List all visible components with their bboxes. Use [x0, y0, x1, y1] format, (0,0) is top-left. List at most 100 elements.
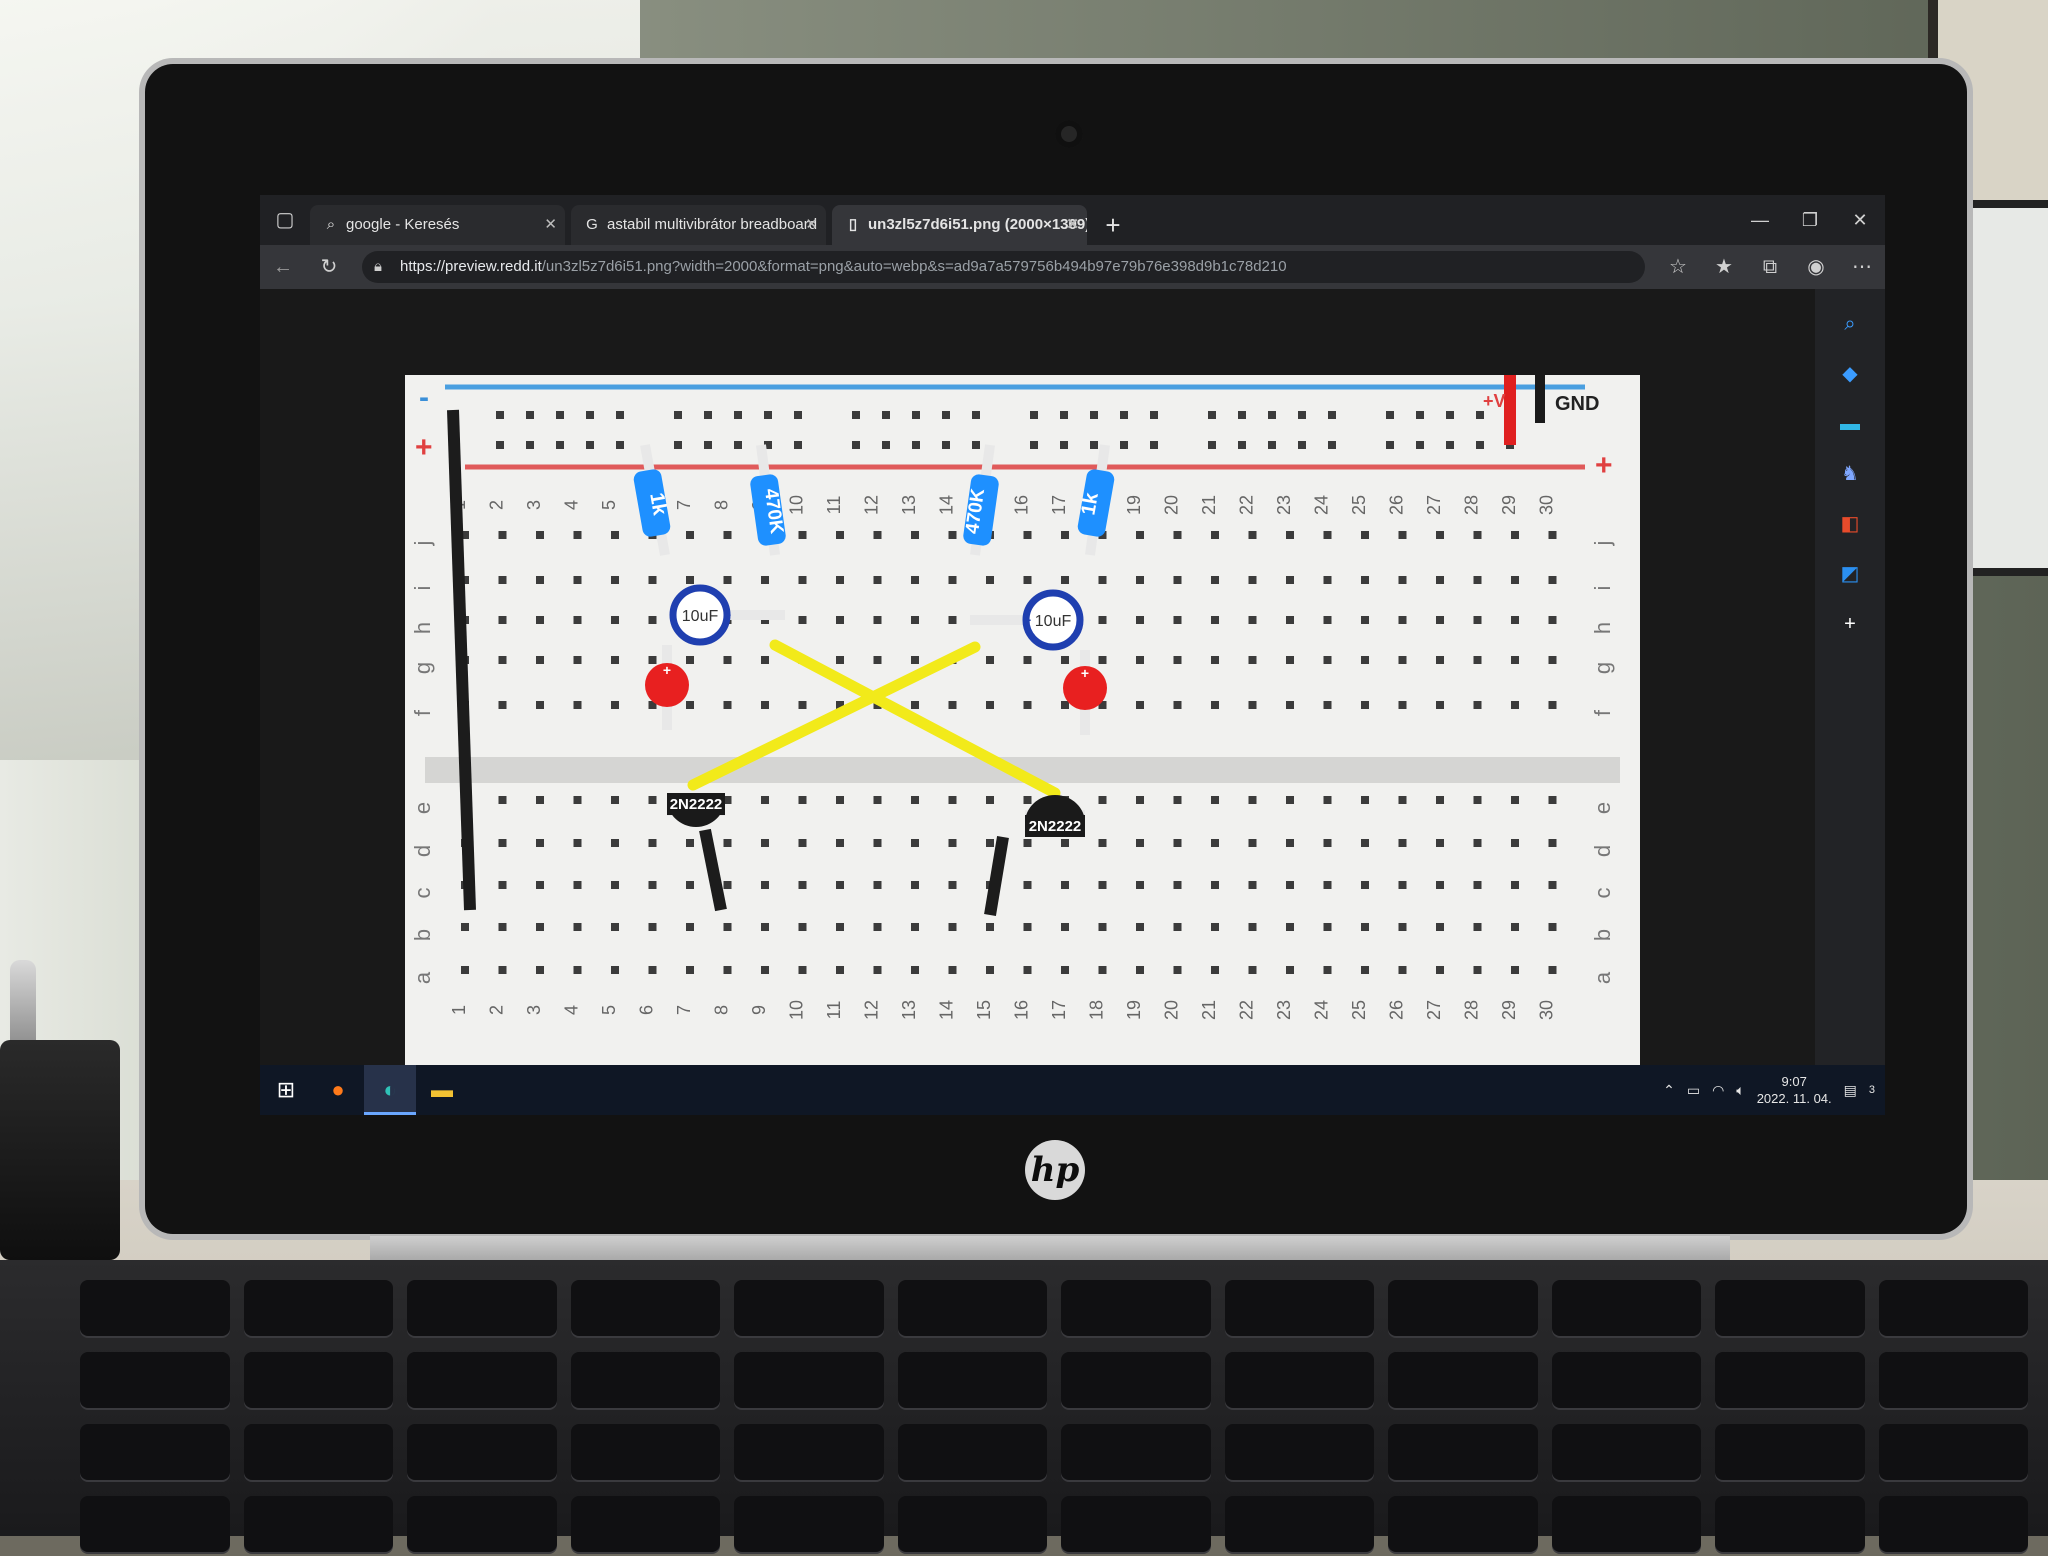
breadboard-hole	[1023, 531, 1032, 539]
wifi-icon[interactable]: ◠	[1712, 1082, 1724, 1099]
tab-astabil[interactable]: G astabil multivibrátor breadboard ✕	[571, 205, 826, 245]
search-icon[interactable]: ⌕	[1835, 309, 1865, 339]
breadboard-hole	[1023, 576, 1032, 584]
row-letter-left: d	[410, 845, 435, 857]
menu-icon[interactable]: ⋯	[1839, 245, 1885, 289]
key	[407, 1424, 557, 1480]
breadboard-hole	[1473, 576, 1482, 584]
breadboard-hole	[723, 656, 732, 664]
refresh-icon[interactable]: ↻	[306, 245, 352, 289]
add-favorite-icon[interactable]: ☆	[1655, 245, 1701, 289]
start-icon[interactable]: ⊞	[260, 1065, 312, 1115]
key	[1388, 1496, 1538, 1552]
capacitor-right: 10uF +	[970, 589, 1084, 651]
outlook-icon[interactable]: ◩	[1835, 559, 1865, 589]
column-number-top: 5	[599, 500, 619, 510]
tab-strip: ▢ ⌕ google - Keresés ✕ G astabil multivi…	[260, 195, 1885, 245]
tab-actions-icon[interactable]: ▢	[260, 195, 310, 245]
close-icon[interactable]: ✕	[544, 205, 557, 245]
tab-image[interactable]: ▯ un3zl5z7d6i51.png (2000×1309) ✕	[832, 205, 1087, 245]
address-bar[interactable]: 🔒︎ https://preview.redd.it/un3zl5z7d6i51…	[362, 251, 1645, 283]
clock[interactable]: 9:07 2022. 11. 04.	[1757, 1073, 1832, 1107]
games-icon[interactable]: ♞	[1835, 459, 1865, 489]
key	[1224, 1424, 1374, 1480]
firefox-icon[interactable]: ●	[312, 1065, 364, 1115]
breadboard-hole	[1416, 411, 1424, 419]
minimize-icon[interactable]: —	[1735, 195, 1785, 245]
breadboard-hole	[648, 796, 657, 804]
breadboard-hole	[498, 923, 507, 931]
breadboard-hole	[1323, 839, 1332, 847]
breadboard-hole	[1061, 881, 1069, 889]
column-number-bottom: 3	[524, 1005, 544, 1015]
column-number-top: 7	[674, 500, 694, 510]
breadboard-hole	[1098, 839, 1107, 847]
breadboard-hole	[761, 576, 769, 584]
chevron-up-icon[interactable]: ⌃	[1663, 1082, 1675, 1099]
edge-icon[interactable]: ◐	[364, 1065, 416, 1115]
close-icon[interactable]: ✕	[805, 205, 818, 245]
breadboard-hole	[836, 923, 844, 931]
shopping-icon[interactable]: ◆	[1835, 359, 1865, 389]
key	[1715, 1424, 1865, 1480]
favorites-icon[interactable]: ★	[1701, 245, 1747, 289]
breadboard-hole	[526, 411, 534, 419]
breadboard-hole	[1328, 411, 1336, 419]
breadboard-hole	[761, 923, 769, 931]
clock-time: 9:07	[1781, 1074, 1807, 1089]
back-icon[interactable]: ←	[260, 245, 306, 289]
office-icon[interactable]: ◧	[1835, 509, 1865, 539]
breadboard-hole	[1211, 796, 1219, 804]
notification-icon[interactable]: ▤	[1844, 1082, 1857, 1099]
restore-icon[interactable]: ❐	[1785, 195, 1835, 245]
profile-icon[interactable]: ◉	[1793, 245, 1839, 289]
breadboard-hole	[611, 923, 619, 931]
row-letter-left: a	[410, 971, 435, 984]
breadboard-hole	[1436, 531, 1444, 539]
breadboard-hole	[911, 616, 919, 624]
key	[1715, 1280, 1865, 1336]
new-tab-button[interactable]: +	[1093, 205, 1133, 245]
breadboard-hole	[1436, 966, 1444, 974]
url-path: /un3zl5z7d6i51.png?width=2000&format=png…	[541, 258, 1287, 275]
breadboard-hole	[798, 616, 807, 624]
breadboard-hole	[1286, 966, 1294, 974]
breadboard-hole	[798, 923, 807, 931]
breadboard-hole	[1120, 441, 1128, 449]
row-letter-right: i	[1590, 586, 1615, 591]
breadboard-hole	[761, 966, 769, 974]
search-icon: ⌕	[326, 216, 336, 233]
tab-google-search[interactable]: ⌕ google - Keresés ✕	[310, 205, 565, 245]
tools-icon[interactable]: ▬	[1835, 409, 1865, 439]
add-icon[interactable]: +	[1835, 609, 1865, 639]
column-number-top: 28	[1462, 495, 1482, 515]
battery-icon[interactable]: ▭	[1687, 1082, 1700, 1099]
breadboard-hole	[573, 576, 582, 584]
collections-icon[interactable]: ⧉	[1747, 245, 1793, 289]
key	[1878, 1352, 2028, 1408]
breadboard-hole	[1098, 923, 1107, 931]
breadboard-hole	[1361, 701, 1369, 709]
breadboard-hole	[1098, 576, 1107, 584]
breadboard-hole	[1286, 839, 1294, 847]
breadboard-hole	[1208, 411, 1216, 419]
led-plus: +	[1081, 665, 1089, 681]
breadboard-hole	[911, 923, 919, 931]
breadboard-hole	[1211, 881, 1219, 889]
breadboard-hole	[1323, 576, 1332, 584]
volume-icon[interactable]: 🔈︎	[1736, 1082, 1744, 1099]
key	[897, 1352, 1047, 1408]
breadboard-hole	[794, 441, 802, 449]
breadboard-hole	[948, 923, 957, 931]
file-explorer-icon[interactable]: ▬	[416, 1065, 468, 1115]
breadboard-hole	[836, 839, 844, 847]
breadboard-hole	[1398, 923, 1407, 931]
breadboard-hole	[836, 576, 844, 584]
taskbar: ⊞ ● ◐ ▬ ⌃ ▭ ◠ 🔈︎ 9:07 2022. 11. 04. ▤ 3	[260, 1065, 1885, 1115]
close-icon[interactable]: ✕	[1066, 205, 1079, 245]
breadboard-hole	[1473, 966, 1482, 974]
breadboard-hole	[611, 881, 619, 889]
breadboard-hole	[461, 923, 469, 931]
breadboard-hole	[1298, 411, 1306, 419]
close-window-icon[interactable]: ✕	[1835, 195, 1885, 245]
